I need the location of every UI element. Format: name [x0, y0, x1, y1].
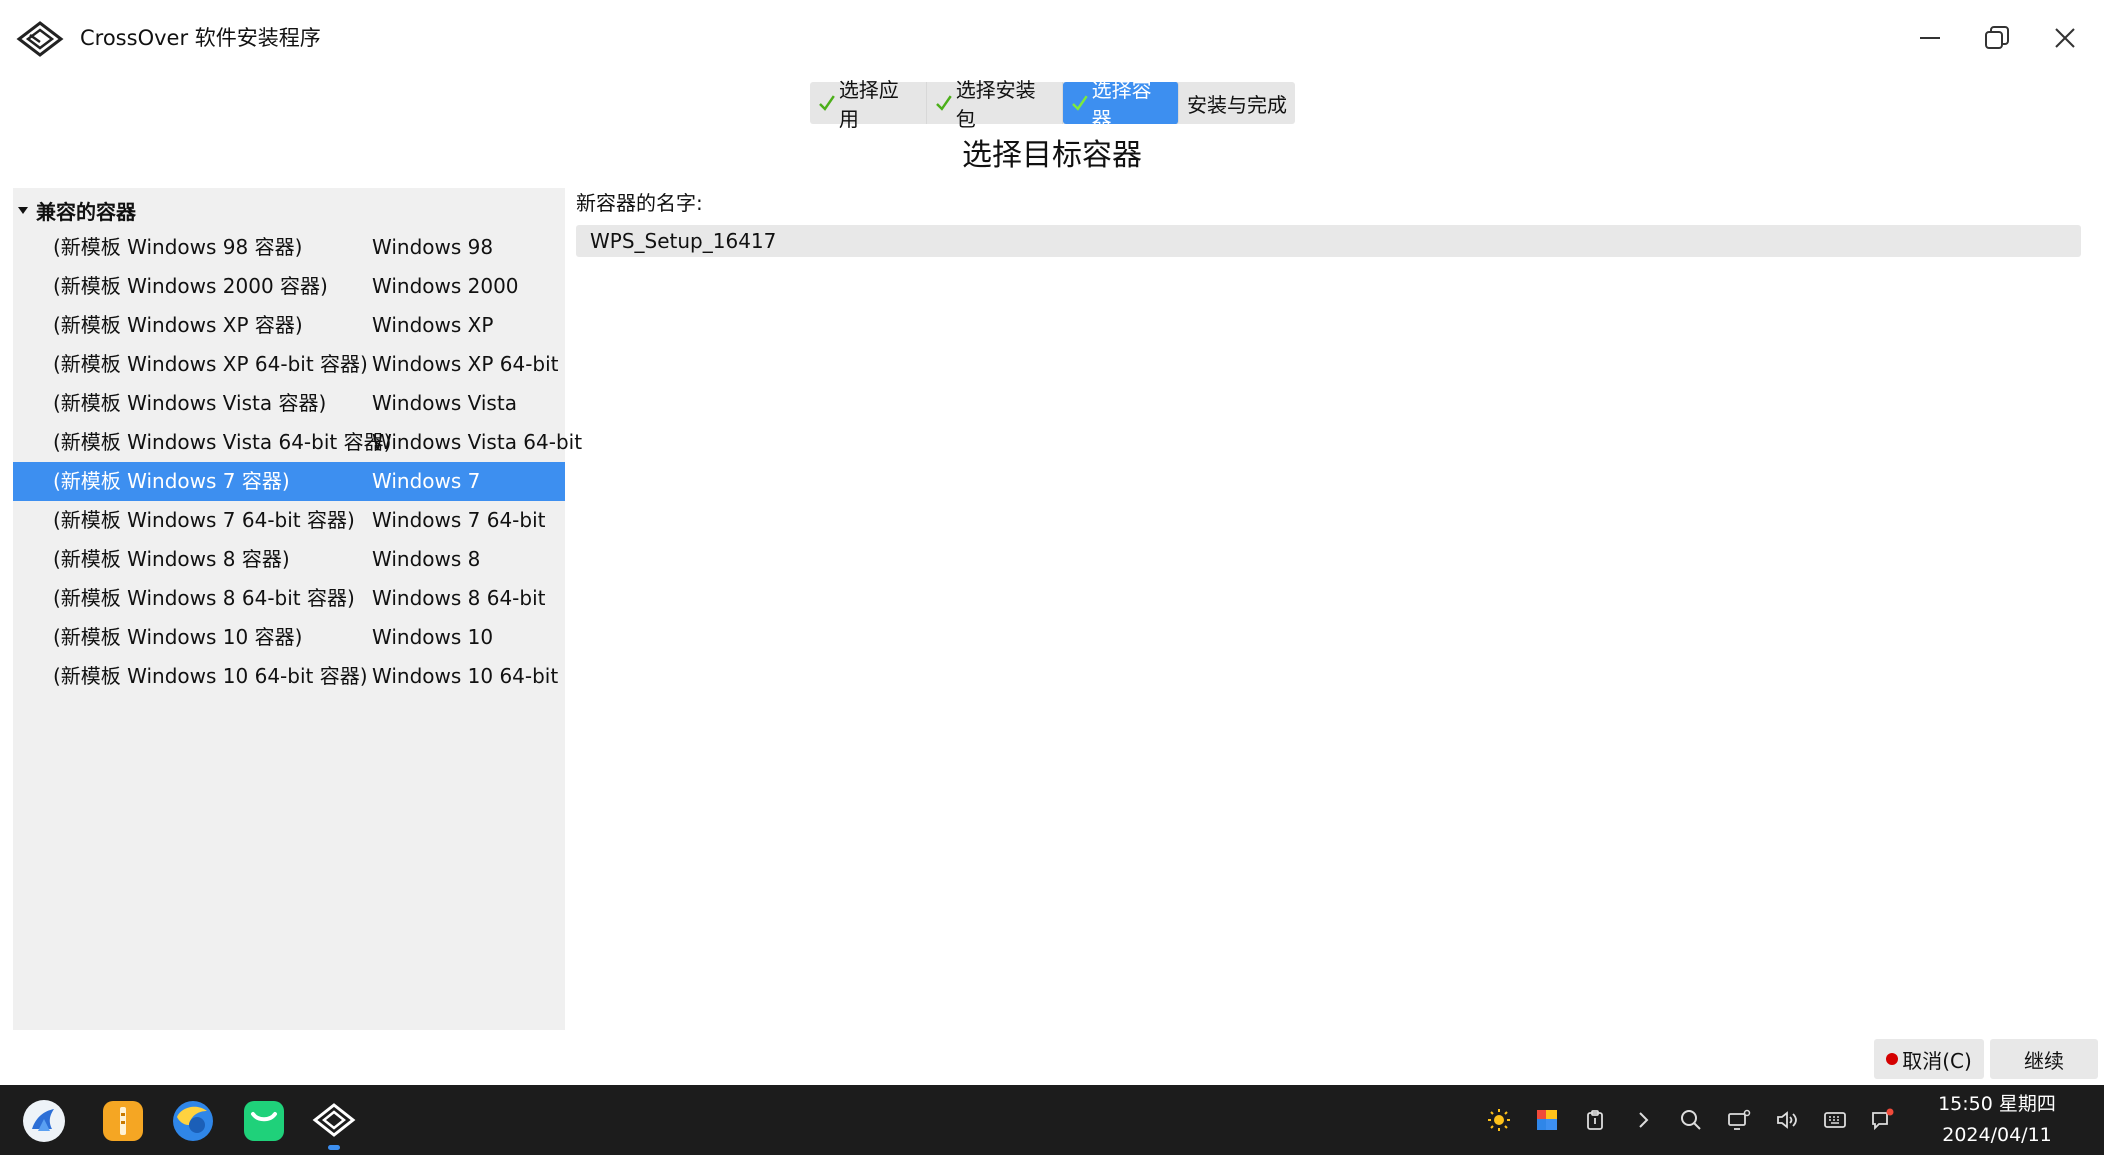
- color-picker-icon[interactable]: [1533, 1106, 1561, 1134]
- tree-row[interactable]: (新模板 Windows 7 64-bit 容器) Windows 7 64-b…: [13, 501, 565, 540]
- magnifier-icon: [1681, 1110, 1701, 1130]
- chat-icon[interactable]: [242, 1099, 286, 1143]
- container-name: (新模板 Windows 8 容器): [53, 547, 290, 571]
- cancel-button[interactable]: 取消(C): [1874, 1039, 1984, 1079]
- container-name: (新模板 Windows 10 容器): [53, 625, 303, 649]
- container-os: Windows 7 64-bit: [372, 508, 546, 532]
- container-name: (新模板 Windows 7 容器): [53, 469, 290, 493]
- search-icon[interactable]: [1677, 1106, 1705, 1134]
- checkmark-icon: [1072, 95, 1088, 111]
- restore-icon: [1985, 26, 2009, 49]
- step-label: 选择应用: [838, 78, 899, 131]
- container-os: Windows 98: [372, 235, 494, 259]
- step-label: 选择安装包: [955, 78, 1036, 131]
- crossover-logo-icon: [16, 21, 64, 57]
- record-dot-icon: [1886, 1053, 1899, 1065]
- keyboard-icon[interactable]: [1821, 1106, 1849, 1134]
- container-os: Windows Vista: [372, 391, 517, 415]
- step-label: 安装与完成: [1187, 92, 1287, 117]
- container-name: (新模板 Windows 7 64-bit 容器): [53, 508, 355, 532]
- file-manager-icon[interactable]: [101, 1099, 145, 1143]
- container-name: (新模板 Windows 10 64-bit 容器): [53, 664, 368, 688]
- clock-time[interactable]: 15:50 星期四: [1930, 1090, 2064, 1118]
- tree-rows: (新模板 Windows 98 容器) Windows 98 (新模板 Wind…: [13, 228, 582, 696]
- expand-arrow-icon[interactable]: [18, 206, 28, 214]
- step-label: 选择容器: [1091, 78, 1152, 131]
- container-os: Windows XP: [372, 313, 494, 337]
- tree-row[interactable]: (新模板 Windows XP 容器) Windows XP: [13, 306, 565, 345]
- monitor-icon: [1728, 1109, 1751, 1130]
- container-name: (新模板 Windows 98 容器): [53, 235, 303, 259]
- clipboard-icon[interactable]: [1581, 1106, 1609, 1134]
- installer-window: CrossOver 软件安装程序 选择应用 选择安装包 选择容器 安装与完成 选…: [0, 0, 2104, 1085]
- container-os: Windows 2000: [372, 274, 519, 298]
- container-os: Windows 8 64-bit: [372, 586, 546, 610]
- tree-row[interactable]: (新模板 Windows 10 容器) Windows 10: [13, 618, 565, 657]
- cancel-label: 取消(C): [1902, 1048, 1972, 1073]
- step-select-package[interactable]: 选择安装包: [927, 78, 1063, 131]
- title-bar[interactable]: CrossOver 软件安装程序: [0, 0, 2104, 76]
- tree-row[interactable]: (新模板 Windows 10 64-bit 容器) Windows 10 64…: [13, 657, 565, 696]
- continue-label: 继续: [2024, 1048, 2064, 1073]
- container-os: Windows 7: [372, 469, 481, 493]
- container-os: Windows 10 64-bit: [372, 664, 559, 688]
- volume-icon[interactable]: [1773, 1106, 1801, 1134]
- step-select-container[interactable]: 选择容器: [1063, 78, 1179, 131]
- checkmark-icon: [819, 95, 835, 111]
- container-os: Windows 10: [372, 625, 494, 649]
- tree-row[interactable]: (新模板 Windows Vista 64-bit 容器) Windows Vi…: [13, 423, 582, 462]
- active-app-indicator: [328, 1145, 340, 1150]
- step-select-app[interactable]: 选择应用: [810, 78, 927, 131]
- close-button[interactable]: [2043, 18, 2087, 58]
- speaker-icon: [1777, 1111, 1797, 1129]
- container-name: (新模板 Windows Vista 64-bit 容器): [53, 430, 392, 454]
- tree-row[interactable]: (新模板 Windows 2000 容器) Windows 2000: [13, 267, 565, 306]
- continue-button[interactable]: 继续: [1990, 1039, 2098, 1079]
- tree-row[interactable]: (新模板 Windows XP 64-bit 容器) Windows XP 64…: [13, 345, 565, 384]
- window-title: CrossOver 软件安装程序: [80, 26, 321, 50]
- clock-date[interactable]: 2024/04/11: [1930, 1121, 2064, 1149]
- minimize-icon: [1920, 37, 1940, 39]
- keyboard-glyph-icon: [1824, 1112, 1846, 1128]
- tree-group-label: 兼容的容器: [36, 199, 136, 224]
- tree-row[interactable]: (新模板 Windows 98 容器) Windows 98: [13, 228, 565, 267]
- crossover-icon[interactable]: [312, 1099, 356, 1143]
- container-os: Windows 8: [372, 547, 481, 571]
- browser-icon[interactable]: [171, 1099, 215, 1143]
- container-name-label: 新容器的名字:: [576, 191, 703, 215]
- container-os: Windows Vista 64-bit: [372, 430, 583, 454]
- container-name-input[interactable]: [576, 225, 2081, 257]
- message-bubble-icon: [1872, 1108, 1894, 1131]
- sun-icon: [1488, 1109, 1510, 1131]
- maximize-button[interactable]: [1975, 18, 2019, 58]
- close-icon: [2055, 28, 2075, 48]
- notification-icon[interactable]: [1869, 1106, 1897, 1134]
- tree-row-selected[interactable]: (新模板 Windows 7 容器) Windows 7: [13, 462, 565, 501]
- page-title: 选择目标容器: [962, 138, 1142, 173]
- tree-row[interactable]: (新模板 Windows Vista 容器) Windows Vista: [13, 384, 565, 423]
- tree-row[interactable]: (新模板 Windows 8 64-bit 容器) Windows 8 64-b…: [13, 579, 565, 618]
- chevron-glyph-icon: [1639, 1112, 1649, 1128]
- minimize-button[interactable]: [1908, 18, 1952, 58]
- launcher-icon[interactable]: [22, 1099, 66, 1143]
- container-name: (新模板 Windows 8 64-bit 容器): [53, 586, 355, 610]
- chevron-right-icon[interactable]: [1629, 1106, 1657, 1134]
- tree-row[interactable]: (新模板 Windows 8 容器) Windows 8: [13, 540, 565, 579]
- palette-icon: [1537, 1110, 1557, 1130]
- checkmark-icon: [936, 95, 952, 111]
- clipboard-glyph-icon: [1587, 1110, 1603, 1130]
- container-tree[interactable]: 兼容的容器 (新模板 Windows 98 容器) Windows 98 (新模…: [13, 188, 582, 1030]
- container-name: (新模板 Windows Vista 容器): [53, 391, 327, 415]
- container-name: (新模板 Windows XP 容器): [53, 313, 303, 337]
- display-icon[interactable]: [1725, 1106, 1753, 1134]
- step-install-finish[interactable]: 安装与完成: [1179, 82, 1295, 124]
- container-name: (新模板 Windows 2000 容器): [53, 274, 328, 298]
- container-name: (新模板 Windows XP 64-bit 容器): [53, 352, 368, 376]
- wizard-steps: 选择应用 选择安装包 选择容器 安装与完成: [810, 78, 1295, 131]
- container-os: Windows XP 64-bit: [372, 352, 559, 376]
- brightness-icon[interactable]: [1485, 1106, 1513, 1134]
- tree-group-compatible[interactable]: 兼容的容器: [13, 192, 565, 228]
